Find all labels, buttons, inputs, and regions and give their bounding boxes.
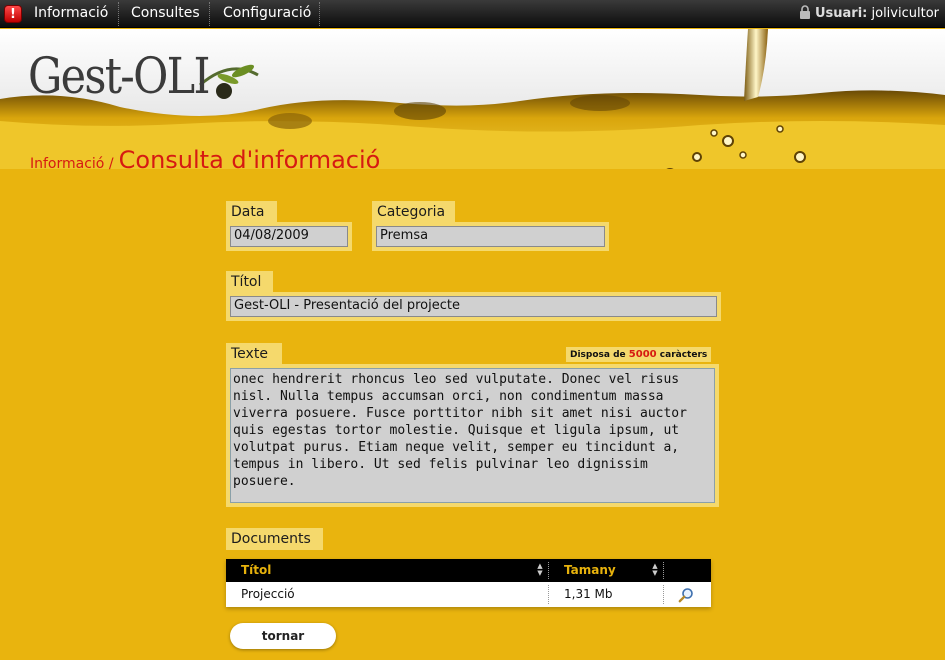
texte-label: Texte (226, 343, 282, 365)
column-divider (548, 562, 549, 579)
table-header: Títol ▲ ▼ Tamany ▲ ▼ (226, 559, 711, 582)
menu-separator (118, 2, 119, 26)
titol-field[interactable]: Gest-OLI - Presentació del projecte (230, 296, 717, 317)
top-menu-bar: ! Informació Consultes Configuració Usua… (0, 0, 945, 28)
titol-field-container: Gest-OLI - Presentació del projecte (226, 292, 721, 321)
categoria-field[interactable]: Premsa (376, 226, 605, 247)
menu-item-configuracio[interactable]: Configuració (223, 0, 311, 28)
column-divider (548, 585, 549, 604)
texte-field-container: onec hendrerit rhoncus leo sed vulputate… (226, 364, 719, 507)
breadcrumb: Informació / Consulta d'informació (30, 146, 380, 174)
breadcrumb-parent-link[interactable]: Informació / (30, 156, 114, 172)
column-header-titol[interactable]: Títol (241, 559, 271, 582)
menu-item-informacio[interactable]: Informació (34, 0, 108, 28)
column-divider (663, 585, 664, 604)
column-header-tamany[interactable]: Tamany (564, 559, 616, 582)
chars-count: 5000 (628, 349, 657, 360)
doc-title-cell: Projecció (241, 587, 295, 601)
documents-label: Documents (226, 528, 323, 550)
user-label: Usuari: (814, 6, 868, 21)
page-title: Consulta d'informació (118, 146, 381, 174)
texte-textarea[interactable]: onec hendrerit rhoncus leo sed vulputate… (230, 368, 715, 503)
column-divider (663, 562, 664, 579)
data-label: Data (226, 201, 277, 223)
menu-separator (209, 2, 210, 26)
view-document-icon[interactable] (678, 587, 694, 603)
titol-label: Títol (226, 271, 273, 293)
back-button[interactable]: tornar (230, 623, 336, 649)
lock-icon (799, 5, 810, 19)
app-logo[interactable]: Gest-OLI (28, 47, 210, 105)
menu-item-consultes[interactable]: Consultes (131, 0, 200, 28)
sort-icon[interactable]: ▲ ▼ (651, 563, 659, 578)
data-field-container: 04/08/2009 (226, 222, 352, 251)
sort-icon[interactable]: ▲ ▼ (536, 563, 544, 578)
user-name[interactable]: jolivicultor (872, 6, 940, 21)
data-field[interactable]: 04/08/2009 (230, 226, 348, 247)
characters-remaining: Disposa de 5000 caràcters (566, 347, 712, 362)
categoria-field-container: Premsa (372, 222, 609, 251)
documents-table: Títol ▲ ▼ Tamany ▲ ▼ Projecció 1,31 Mb (226, 559, 711, 607)
menu-separator (319, 2, 320, 26)
doc-size-cell: 1,31 Mb (564, 587, 613, 601)
table-row[interactable]: Projecció 1,31 Mb (226, 582, 711, 607)
categoria-label: Categoria (372, 201, 455, 223)
user-info: Usuari: jolivicultor (799, 0, 939, 28)
chars-suffix: caràcters (659, 350, 708, 360)
alert-icon[interactable]: ! (4, 5, 22, 23)
chars-prefix: Disposa de (570, 350, 626, 360)
